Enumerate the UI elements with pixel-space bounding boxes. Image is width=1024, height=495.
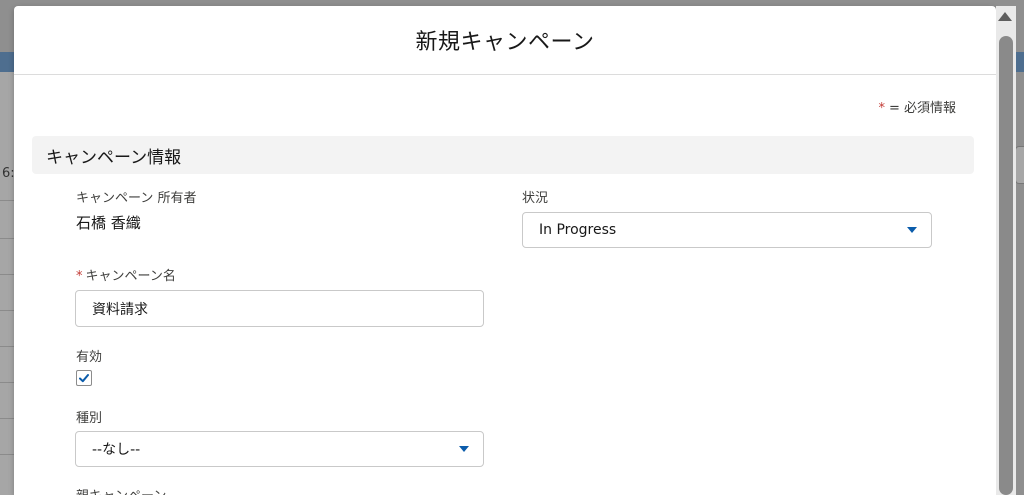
- section-title: キャンペーン情報: [46, 147, 182, 168]
- campaign-name-input[interactable]: 資料請求: [75, 290, 484, 327]
- status-select[interactable]: In Progress: [522, 212, 932, 248]
- required-asterisk: *: [76, 269, 83, 284]
- campaign-name-label-text: キャンペーン名: [85, 269, 176, 284]
- new-campaign-modal: 新規キャンペーン * = 必須情報 キャンペーン情報 キャンペーン 所有者 石橋 …: [14, 6, 996, 495]
- check-icon: [79, 374, 89, 383]
- required-asterisk: *: [878, 101, 885, 116]
- campaign-name-label: * キャンペーン名: [76, 265, 176, 284]
- chevron-down-icon: [459, 446, 469, 452]
- active-checkbox[interactable]: [76, 370, 92, 386]
- chevron-down-icon: [907, 227, 917, 233]
- section-header-campaign-info[interactable]: キャンペーン情報: [32, 136, 974, 174]
- background-list: [0, 72, 14, 495]
- parent-campaign-label: 親キャンペーン: [76, 485, 166, 495]
- type-select-value: --なし--: [92, 442, 141, 458]
- required-legend: * = 必須情報: [878, 97, 956, 116]
- type-select[interactable]: --なし--: [75, 431, 484, 467]
- campaign-name-value: 資料請求: [92, 301, 148, 318]
- background-button: [1015, 146, 1024, 184]
- background-row-text: 6:: [2, 166, 15, 181]
- scrollbar-thumb[interactable]: [999, 36, 1013, 495]
- required-legend-text: = 必須情報: [888, 101, 956, 116]
- status-label: 状況: [522, 191, 549, 206]
- modal-header: 新規キャンペーン: [14, 6, 996, 75]
- owner-label: キャンペーン 所有者: [76, 191, 197, 206]
- type-label: 種別: [76, 411, 103, 426]
- modal-title: 新規キャンペーン: [415, 30, 595, 55]
- owner-value: 石橋 香織: [76, 214, 141, 232]
- active-label: 有効: [76, 350, 103, 365]
- scroll-up-arrow-icon[interactable]: [998, 12, 1012, 21]
- status-select-value: In Progress: [539, 222, 617, 238]
